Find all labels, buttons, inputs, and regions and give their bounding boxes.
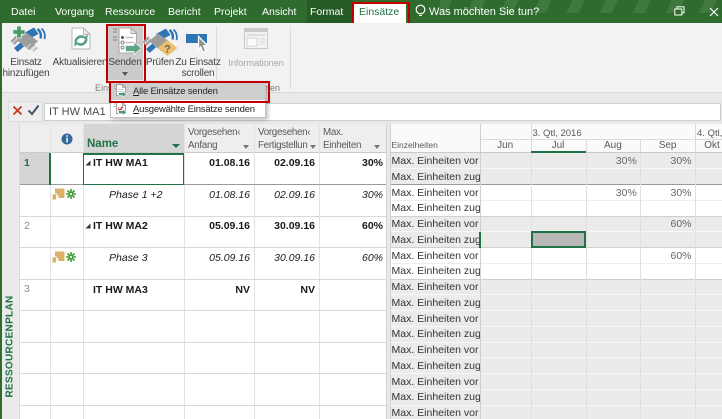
svg-text:?: ? (164, 43, 171, 55)
